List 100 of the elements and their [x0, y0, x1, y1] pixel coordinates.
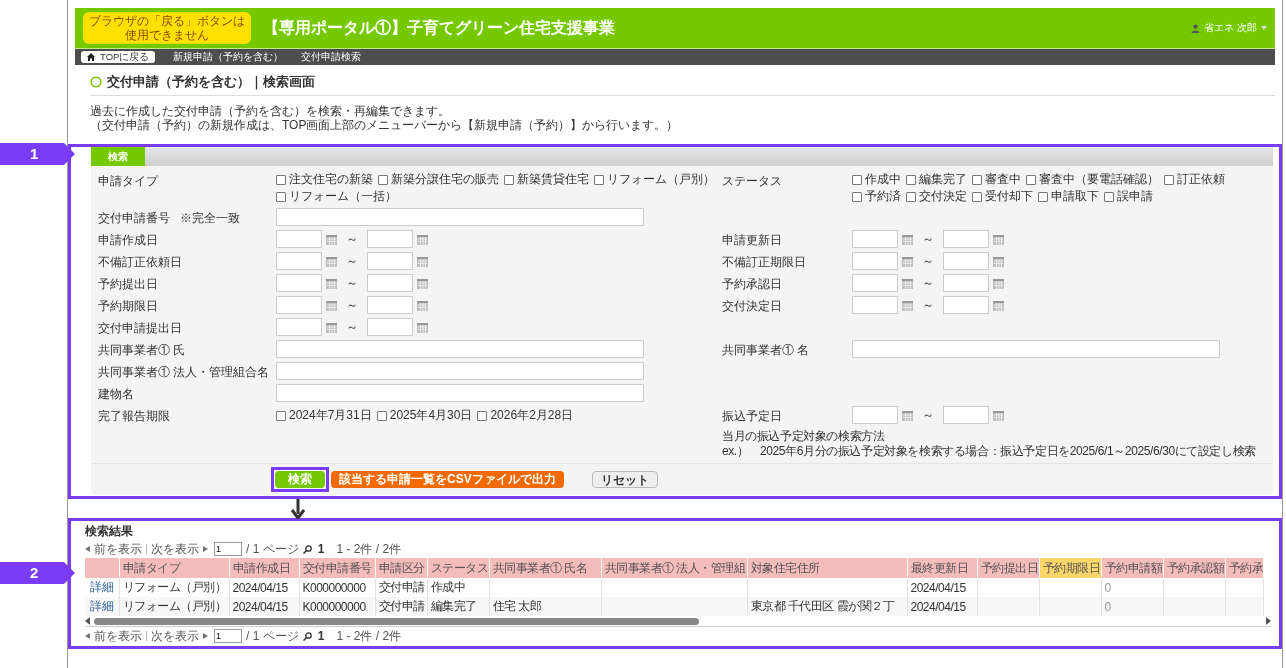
date-field[interactable]: [943, 252, 989, 270]
table-cell: 東京都 千代田区 霞が関２丁: [747, 597, 907, 616]
date-field[interactable]: [276, 252, 322, 270]
range-separator: ～: [346, 252, 358, 270]
date-field[interactable]: [943, 230, 989, 248]
date-field[interactable]: [852, 274, 898, 292]
field-label: 共同事業者① 法人・管理組合名: [98, 364, 270, 381]
text-field[interactable]: [852, 340, 1220, 358]
field-label: 申請更新日: [722, 232, 782, 249]
checkbox[interactable]: [378, 174, 388, 185]
checkbox[interactable]: [504, 174, 514, 185]
checkbox[interactable]: [906, 191, 916, 202]
checkbox[interactable]: [972, 174, 982, 185]
table-cell: 交付申請: [375, 597, 427, 616]
checkbox[interactable]: [276, 410, 286, 421]
checkbox[interactable]: [852, 191, 862, 202]
checkbox-label: 予約済: [865, 188, 901, 205]
scrollbar[interactable]: [85, 616, 1271, 627]
scrollbar-thumb[interactable]: [94, 617, 699, 625]
calendar-icon: [902, 409, 913, 421]
field-label: 共同事業者① 名: [722, 342, 810, 359]
checkbox-label: 2024年7月31日: [289, 407, 372, 424]
date-field[interactable]: [367, 252, 413, 270]
date-field[interactable]: [367, 274, 413, 292]
description-text: 過去に作成した交付申請（予約を含む）を検索・再編集できます。: [90, 104, 451, 118]
text-field[interactable]: [276, 384, 644, 402]
next-link[interactable]: 次を表示: [151, 540, 199, 558]
date-field[interactable]: [943, 406, 989, 424]
column-header: 交付申請番号: [299, 558, 375, 578]
checkbox[interactable]: [276, 191, 286, 202]
date-field[interactable]: [367, 230, 413, 248]
checkbox[interactable]: [1164, 174, 1174, 185]
page-field[interactable]: 1: [214, 542, 242, 556]
checkbox[interactable]: [594, 174, 604, 185]
prev-link[interactable]: 前を表示: [94, 540, 142, 558]
field-label: 申請作成日: [98, 232, 158, 249]
table-cell: 作成中: [427, 578, 489, 597]
date-field[interactable]: [852, 230, 898, 248]
range-separator: ～: [922, 230, 934, 248]
prev-link[interactable]: 前を表示: [94, 627, 142, 645]
date-field[interactable]: [367, 318, 413, 336]
callout-label: 1: [0, 143, 75, 165]
reset-button[interactable]: リセット: [591, 471, 658, 488]
date-field[interactable]: [276, 274, 322, 292]
nav-link[interactable]: 新規申請（予約を含む）: [173, 50, 284, 64]
calendar-icon: [417, 233, 428, 245]
range-separator: ～: [922, 296, 934, 314]
section-title: 検索結果: [85, 523, 134, 540]
checkbox-label: リフォーム（戸別）: [607, 171, 715, 188]
nav-link[interactable]: 交付申請検索: [301, 50, 362, 64]
checkbox[interactable]: [1104, 191, 1114, 202]
column-header: 最終更新日: [907, 558, 977, 578]
top-button[interactable]: TOPに戻る: [81, 51, 156, 63]
page-field[interactable]: 1: [214, 629, 242, 643]
table-cell: 0: [1101, 578, 1163, 597]
range-separator: ～: [346, 296, 358, 314]
checkbox-label: 編集完了: [919, 171, 967, 188]
page-count: / 1 ページ: [246, 540, 299, 558]
down-arrow: [291, 499, 305, 519]
checkbox-label: 新築賃貸住宅: [517, 171, 589, 188]
calendar-icon: [993, 299, 1004, 311]
page-title: 交付申請（予約を含む）｜検索画面: [107, 73, 315, 91]
checkbox[interactable]: [276, 174, 286, 185]
date-field[interactable]: [943, 296, 989, 314]
text-field[interactable]: [276, 208, 644, 226]
checkbox-label: 受付却下: [985, 188, 1033, 205]
checkbox[interactable]: [906, 174, 916, 185]
date-field[interactable]: [852, 252, 898, 270]
checkbox[interactable]: [852, 174, 862, 185]
search-icon: [302, 544, 312, 554]
checkbox[interactable]: [376, 410, 387, 421]
text-field[interactable]: [276, 340, 644, 358]
circle-icon: [90, 76, 102, 88]
date-field[interactable]: [276, 296, 322, 314]
date-field[interactable]: [943, 274, 989, 292]
date-field[interactable]: [276, 230, 322, 248]
next-icon: [203, 633, 208, 639]
date-field[interactable]: [276, 318, 322, 336]
checkbox[interactable]: [477, 410, 488, 421]
date-field[interactable]: [852, 296, 898, 314]
field-label: 振込予定日: [722, 408, 782, 425]
checkbox[interactable]: [1038, 191, 1048, 202]
calendar-icon: [902, 277, 913, 289]
text-field[interactable]: [276, 362, 644, 380]
hint-text: 当月の振込予定対象の検索方法: [722, 429, 885, 444]
table-cell: K000000000: [299, 578, 375, 597]
checkbox-label: 2025年4月30日: [389, 407, 473, 424]
date-field[interactable]: [852, 406, 898, 424]
table-cell: 2024/04/15: [229, 578, 299, 597]
checkbox[interactable]: [972, 191, 982, 202]
column-header: 対象住宅住所: [747, 558, 907, 578]
date-field[interactable]: [367, 296, 413, 314]
table-cell: リフォーム（戸別）: [119, 578, 229, 597]
page-count: / 1 ページ: [246, 627, 299, 645]
checkbox[interactable]: [1026, 174, 1036, 185]
range-separator: ～: [922, 406, 934, 424]
next-link[interactable]: 次を表示: [151, 627, 199, 645]
column-header: 予約提出日: [977, 558, 1039, 578]
field-label: 予約期限日: [98, 298, 158, 315]
checkbox-label: 注文住宅の新築: [289, 171, 373, 188]
